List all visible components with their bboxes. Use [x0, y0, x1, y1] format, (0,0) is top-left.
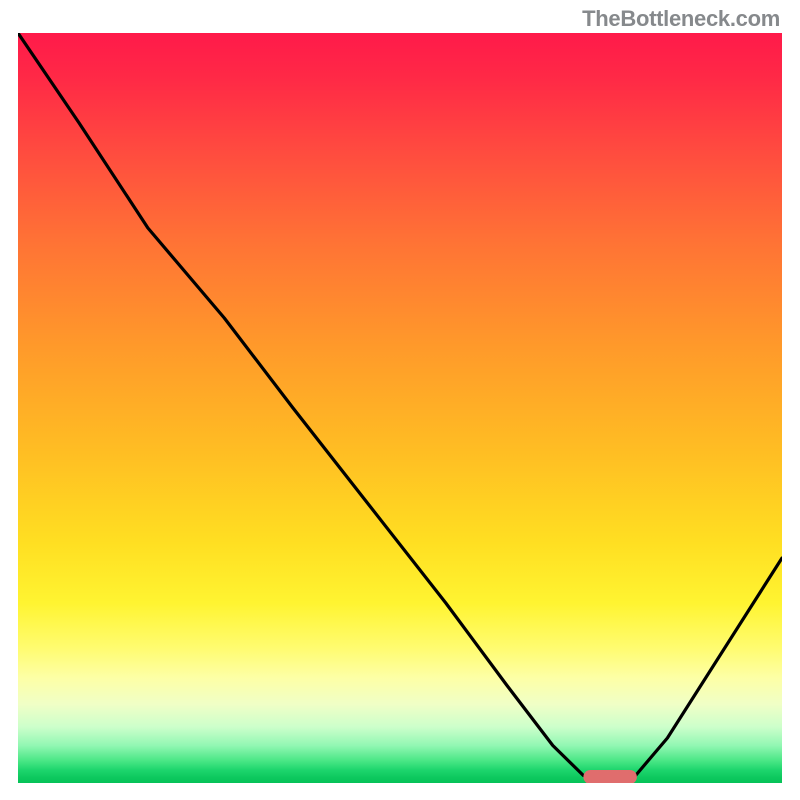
bottleneck-curve-path: [18, 33, 782, 783]
bottleneck-chart: TheBottleneck.com: [0, 0, 800, 800]
plot-area: [18, 33, 782, 783]
watermark-text: TheBottleneck.com: [582, 6, 780, 32]
optimal-zone-marker: [583, 770, 637, 783]
curve-layer: [18, 33, 782, 783]
